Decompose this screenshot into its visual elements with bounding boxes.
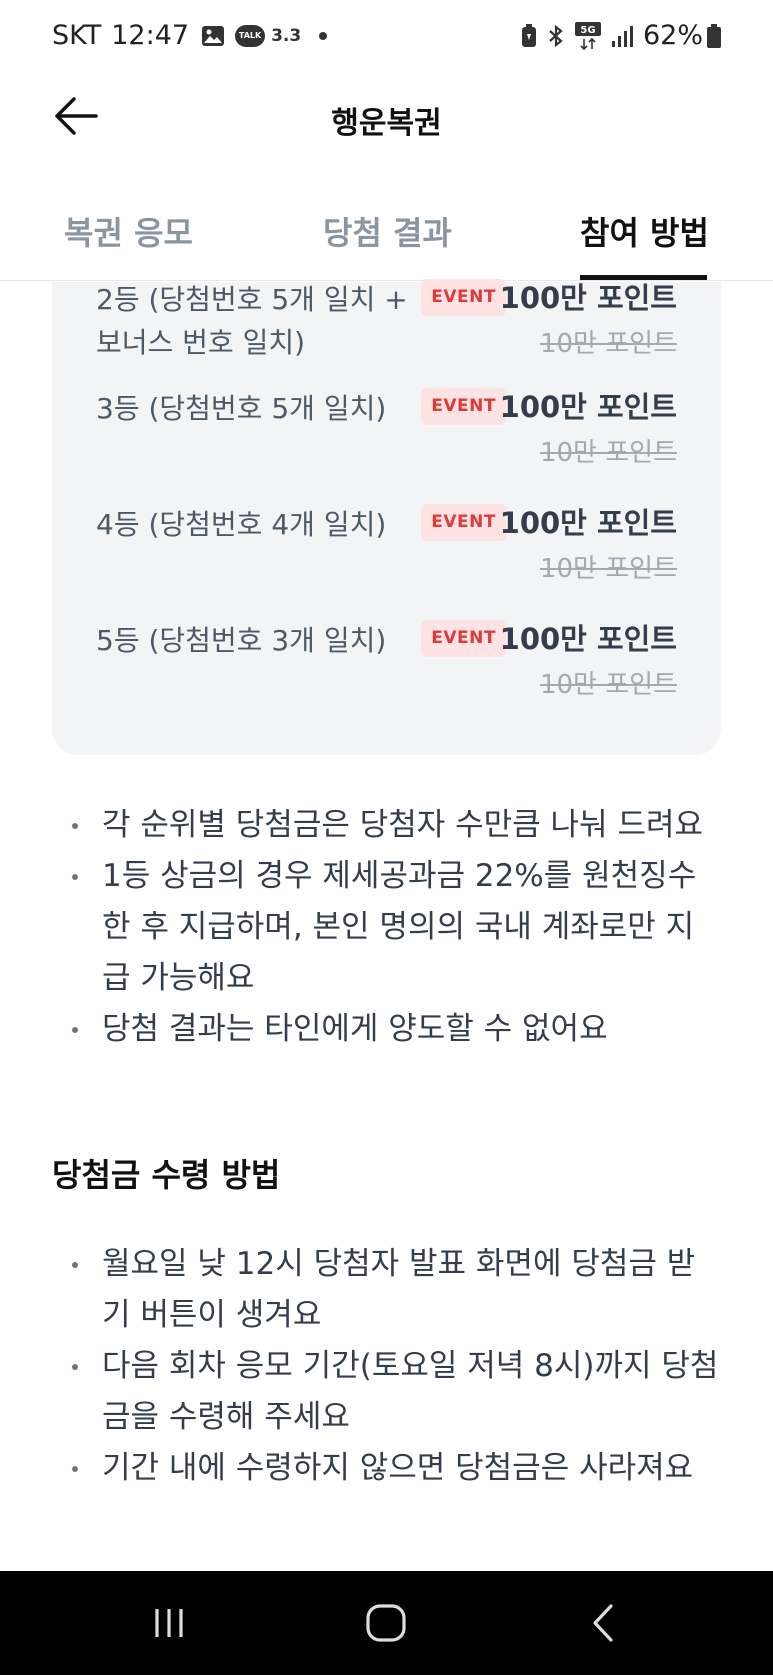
event-badge: EVENT xyxy=(421,620,506,657)
event-badge: EVENT xyxy=(421,279,506,316)
event-badge: EVENT xyxy=(421,504,506,541)
prize-event-amount: 100만 포인트 xyxy=(499,281,677,315)
kakaotalk-icon: TALK xyxy=(235,24,266,47)
status-left: SKT 12:47 TALK 3.3 xyxy=(52,20,328,51)
prize-original-amount: 10만 포인트 xyxy=(539,329,677,359)
list-item: 다음 회차 응모 기간(토요일 저녁 8시)까지 당첨금을 수령해 주세요 xyxy=(52,1341,722,1443)
status-time: 12:47 xyxy=(111,20,190,51)
prize-original-amount: 10만 포인트 xyxy=(539,554,677,584)
status-bar: SKT 12:47 TALK 3.3 5G 62% xyxy=(0,0,773,76)
signal-icon xyxy=(611,25,635,47)
notification-count: 3.3 xyxy=(271,25,302,46)
svg-text:5G: 5G xyxy=(580,25,595,36)
status-right: 5G 62% xyxy=(511,20,721,51)
home-button[interactable] xyxy=(346,1593,426,1653)
tab-how-to-participate[interactable]: 참여 방법 xyxy=(580,208,709,254)
tab-bar: 복권 응모 당첨 결과 참여 방법 xyxy=(0,196,773,281)
tab-draw-results[interactable]: 당첨 결과 xyxy=(323,208,452,254)
prize-rank-label: 5등 (당첨번호 3개 일치) xyxy=(96,624,387,657)
app-header: 행운복권 xyxy=(0,76,773,156)
prize-event-amount: 100만 포인트 xyxy=(499,506,677,540)
prize-notes-list: 각 순위별 당첨금은 당첨자 수만큼 나눠 드려요 1등 상금의 경우 제세공과… xyxy=(52,800,722,1055)
prize-table-card: 2등 (당첨번호 5개 일치 + 보너스 번호 일치) EVENT 100만 포… xyxy=(52,279,721,755)
list-item: 각 순위별 당첨금은 당첨자 수만큼 나눠 드려요 xyxy=(52,800,722,851)
prize-rank-label: 4등 (당첨번호 4개 일치) xyxy=(96,508,387,541)
home-icon xyxy=(366,1604,406,1642)
network-5g-icon: 5G xyxy=(574,21,601,50)
prize-event-amount: 100만 포인트 xyxy=(499,622,677,656)
prize-original-amount: 10만 포인트 xyxy=(539,438,677,468)
list-item: 월요일 낮 12시 당첨자 발표 화면에 당첨금 받기 버튼이 생겨요 xyxy=(52,1239,722,1341)
bluetooth-icon xyxy=(547,24,565,48)
system-nav-bar xyxy=(0,1571,773,1675)
battery-saver-icon xyxy=(521,23,537,48)
more-notifications-dot-icon xyxy=(319,31,328,40)
section-title-claim: 당첨금 수령 방법 xyxy=(52,1156,281,1194)
carrier-label: SKT xyxy=(52,20,102,51)
gallery-icon xyxy=(201,25,225,47)
claim-steps-list: 월요일 낮 12시 당첨자 발표 화면에 당첨금 받기 버튼이 생겨요 다음 회… xyxy=(52,1239,722,1494)
recent-apps-button[interactable] xyxy=(129,1593,209,1653)
recent-apps-icon xyxy=(155,1609,183,1637)
event-badge: EVENT xyxy=(421,388,506,425)
chevron-left-icon xyxy=(593,1604,613,1642)
prize-rank-label: 3등 (당첨번호 5개 일치) xyxy=(96,392,387,425)
prize-rank-label: 2등 (당첨번호 5개 일치 + 보너스 번호 일치) xyxy=(96,283,408,359)
list-item: 기간 내에 수령하지 않으면 당첨금은 사라져요 xyxy=(52,1443,722,1494)
page-title: 행운복권 xyxy=(331,106,442,141)
list-item: 1등 상금의 경우 제세공과금 22%를 원천징수한 후 지급하며, 본인 명의… xyxy=(52,851,722,1004)
tab-lottery-entry[interactable]: 복권 응모 xyxy=(64,208,193,254)
list-item: 당첨 결과는 타인에게 양도할 수 없어요 xyxy=(52,1004,722,1055)
prize-original-amount: 10만 포인트 xyxy=(539,670,677,700)
system-back-button[interactable] xyxy=(563,1593,643,1653)
prize-event-amount: 100만 포인트 xyxy=(499,390,677,424)
battery-level: 62% xyxy=(642,20,703,51)
battery-icon xyxy=(707,23,721,48)
